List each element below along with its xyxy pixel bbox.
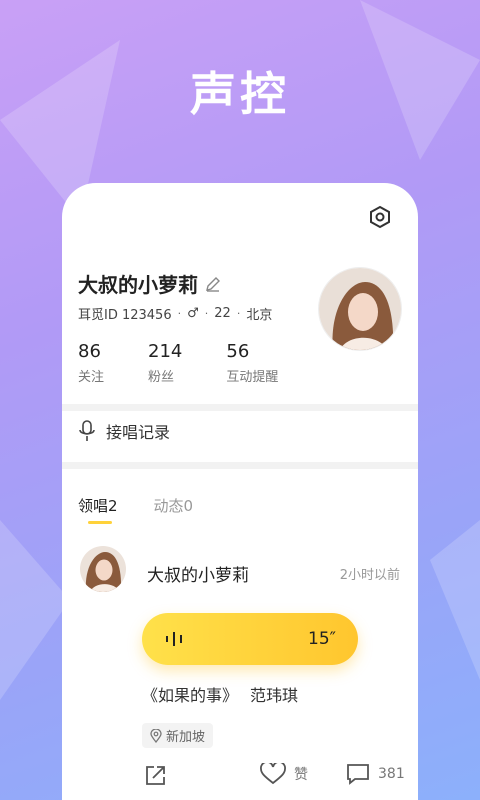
comment-button[interactable]: 381 (346, 763, 405, 785)
post-actions: 赞 381 (62, 763, 418, 793)
profile-avatar[interactable] (318, 267, 402, 351)
like-label: 赞 (294, 767, 308, 783)
location-label: 新加坡 (166, 730, 206, 745)
profile-stats: 86 关注 214 粉丝 56 互动提醒 (78, 341, 278, 385)
user-id: 耳觅ID 123456 (78, 308, 172, 323)
user-city: 北京 (246, 308, 273, 323)
post-time: 2小时以前 (339, 568, 400, 583)
heart-icon (260, 763, 286, 785)
microphone-icon (79, 420, 95, 441)
song-singer: 范玮琪 (250, 686, 299, 705)
user-age: 22 (214, 306, 231, 321)
share-icon[interactable] (144, 763, 168, 787)
separator-dot: · (204, 307, 209, 320)
like-button[interactable]: 赞 (260, 763, 308, 785)
stat-value: 86 (78, 341, 101, 362)
stat-label: 关注 (78, 370, 105, 385)
section-divider (62, 404, 418, 411)
stat-interactions[interactable]: 56 互动提醒 (226, 341, 278, 385)
profile-name-row: 大叔的小萝莉 (78, 269, 222, 298)
separator-dot: · (236, 307, 241, 320)
stat-value: 56 (226, 341, 250, 362)
profile-name: 大叔的小萝莉 (78, 273, 198, 297)
settings-icon[interactable] (368, 205, 392, 229)
record-label: 接唱记录 (106, 423, 171, 442)
voice-play-button[interactable]: 15″ (142, 613, 358, 665)
edit-icon[interactable] (204, 275, 222, 293)
post-avatar[interactable] (80, 546, 126, 592)
section-divider (62, 462, 418, 469)
stat-label: 互动提醒 (226, 370, 279, 385)
voice-duration: 15″ (308, 629, 336, 649)
gender-icon: ♂ (187, 306, 199, 321)
comment-icon (347, 764, 369, 785)
stat-label: 粉丝 (148, 370, 175, 385)
comment-count: 381 (378, 766, 405, 782)
song-info: 《如果的事》 范玮琪 (142, 682, 298, 706)
record-entry[interactable]: 接唱记录 (78, 419, 170, 443)
location-pin-icon (150, 728, 162, 743)
stat-following[interactable]: 86 关注 (78, 341, 104, 385)
stat-fans[interactable]: 214 粉丝 (148, 341, 182, 385)
sound-wave-icon (166, 632, 182, 646)
content-tabs: 领唱2 动态0 (78, 495, 194, 524)
post-author[interactable]: 大叔的小萝莉 (147, 561, 249, 586)
separator-dot: · (177, 307, 182, 320)
tab-lead-sing[interactable]: 领唱2 (78, 495, 118, 524)
phone-screen: 大叔的小萝莉 耳觅ID 123456 · ♂ · 22 · 北京 86 关注 2… (62, 183, 418, 800)
stat-value: 214 (148, 341, 183, 362)
location-tag[interactable]: 新加坡 (142, 723, 214, 748)
profile-meta: 耳觅ID 123456 · ♂ · 22 · 北京 (78, 304, 272, 323)
song-title: 《如果的事》 (142, 686, 239, 705)
tab-moments[interactable]: 动态0 (154, 495, 194, 516)
page-headline: 声控 (190, 67, 290, 121)
